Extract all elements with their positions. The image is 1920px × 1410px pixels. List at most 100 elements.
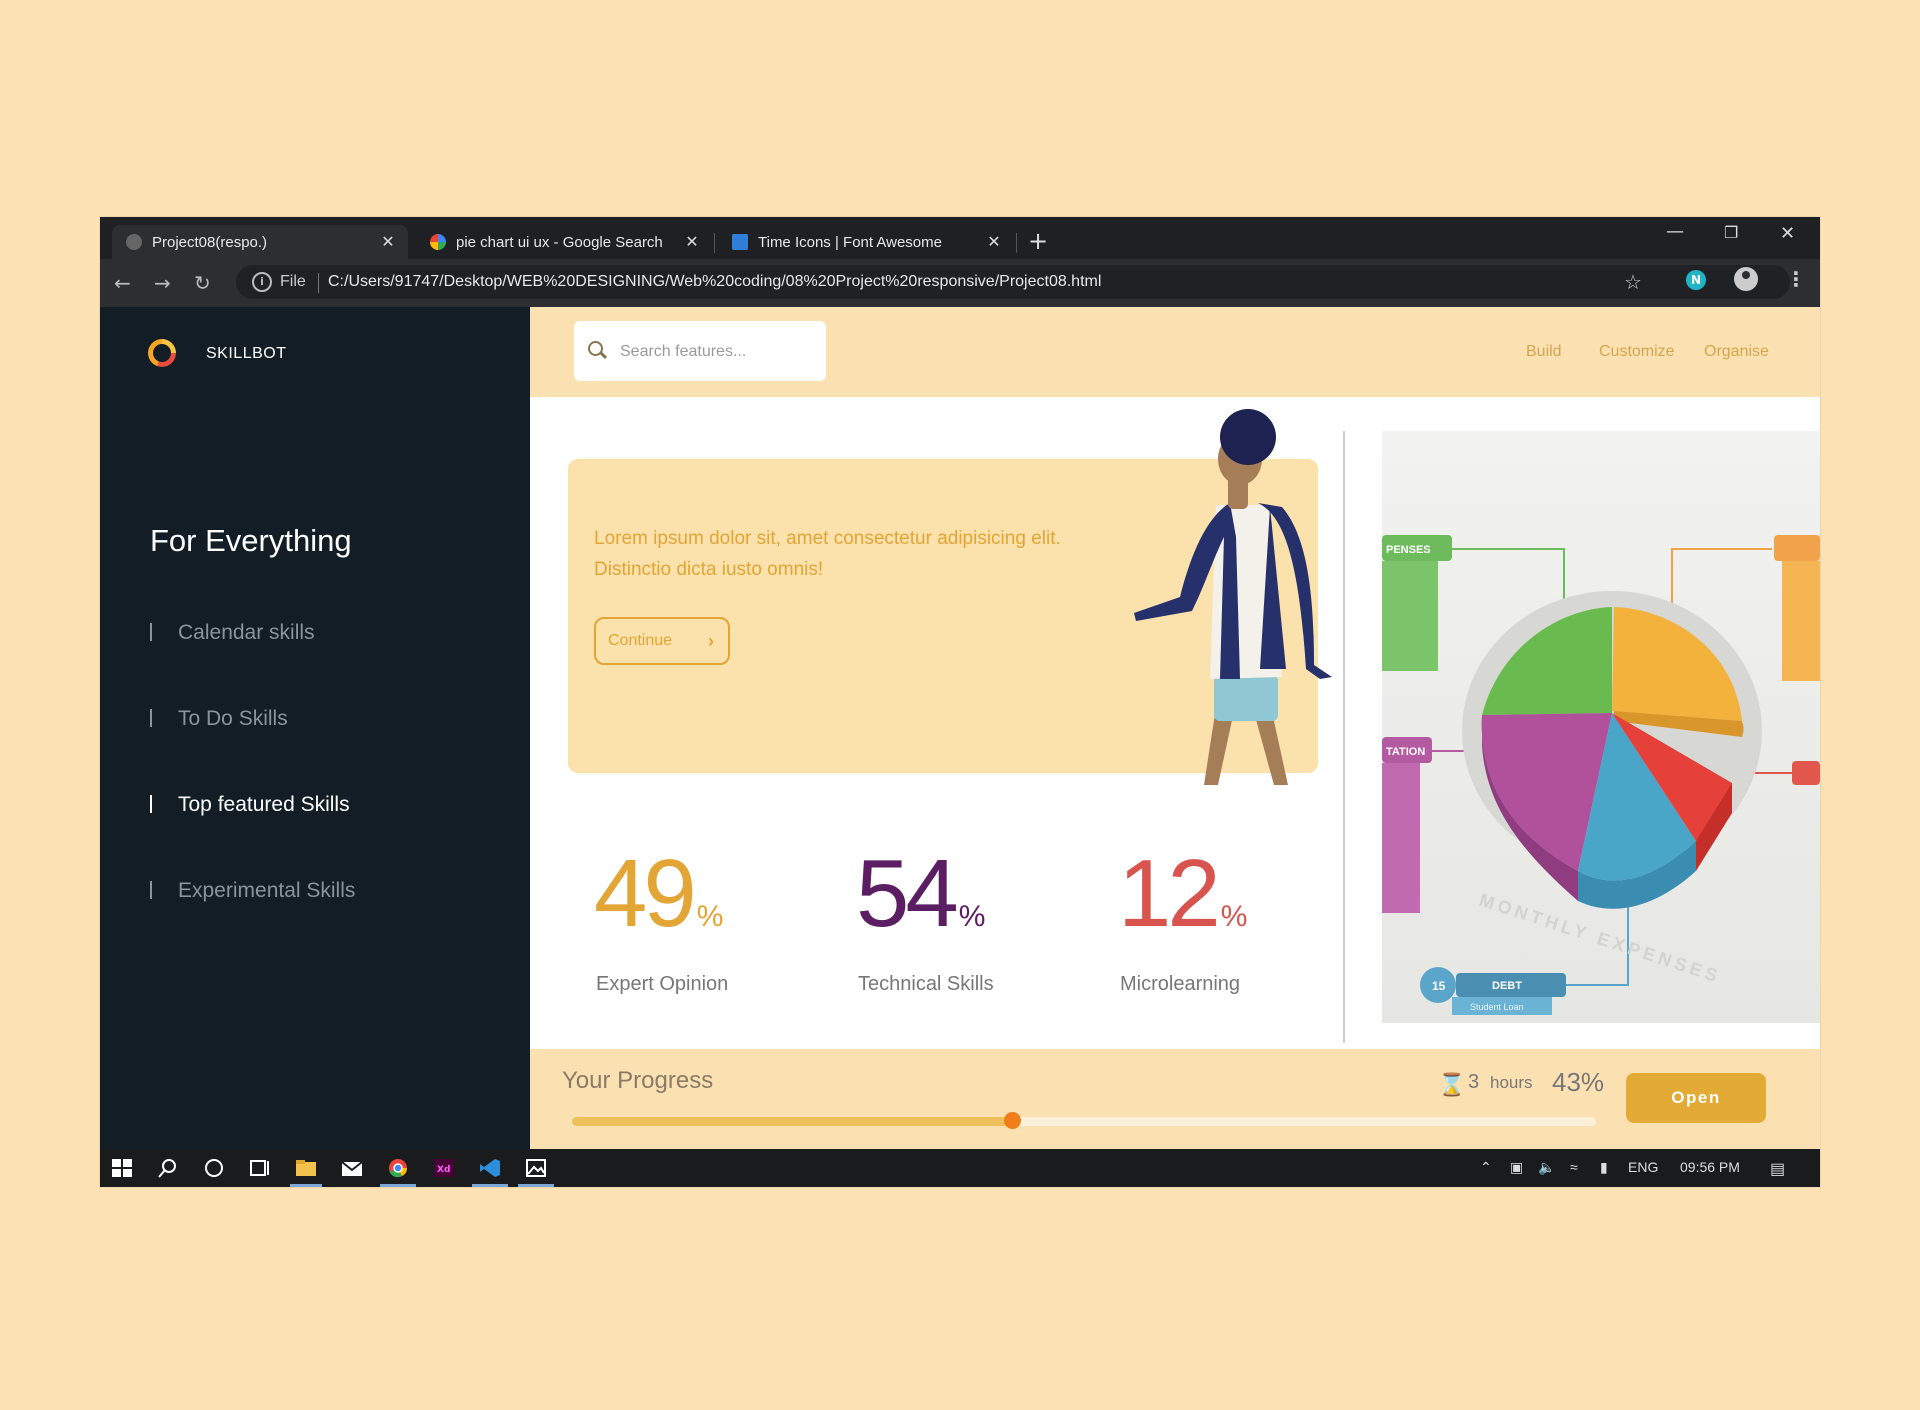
progress-panel: Your Progress ⌛ 3 hours 43% Open <box>530 1049 1820 1149</box>
info-icon[interactable]: i <box>252 272 272 292</box>
notifications-icon[interactable]: ▤ <box>1770 1159 1785 1179</box>
chrome-icon[interactable] <box>386 1157 410 1179</box>
file-scheme-label: File <box>280 273 306 290</box>
hours-value: 3 <box>1468 1071 1480 1093</box>
extension-icon[interactable]: N <box>1686 270 1706 290</box>
item-marker <box>150 709 152 727</box>
sidebar-item-experimental[interactable]: Experimental Skills <box>150 879 355 903</box>
photos-icon[interactable] <box>524 1157 548 1179</box>
search-box <box>574 321 826 381</box>
stat-number: 54 <box>856 840 959 947</box>
tab-bar: Project08(respo.) ✕ pie chart ui ux - Go… <box>100 217 1820 259</box>
tab-separator <box>714 233 715 253</box>
nav-link-customize[interactable]: Customize <box>1599 343 1675 361</box>
stat-label: Expert Opinion <box>596 973 729 995</box>
restore-icon[interactable]: ❐ <box>1724 223 1738 242</box>
pie-chart-illustration: PENSES TATION 15 DEBT Student Loan MONTH… <box>1382 431 1820 1023</box>
hero-text: Lorem ipsum dolor sit, amet consectetur … <box>594 528 1061 580</box>
illustration-label-student-loan: Student Loan <box>1470 1002 1524 1012</box>
tab-google-search[interactable]: pie chart ui ux - Google Search ✕ <box>416 225 712 259</box>
stat-label: Technical Skills <box>858 973 994 995</box>
active-app-indicator <box>290 1184 322 1187</box>
vscode-icon[interactable] <box>478 1157 502 1179</box>
pie-illustration-graphic: PENSES TATION 15 DEBT Student Loan MONTH… <box>1382 431 1820 1023</box>
sidebar-item-top-featured[interactable]: Top featured Skills <box>150 793 350 817</box>
forward-icon[interactable]: → <box>154 271 171 295</box>
windows-taskbar: Xd ⌃ ▣ 🔈 ≈ ▮ ENG 09:56 PM ▤ <box>100 1149 1820 1187</box>
stat-unit: % <box>1220 900 1248 933</box>
logo-icon <box>148 339 176 367</box>
windows-start-icon[interactable] <box>110 1157 134 1179</box>
sidebar-title: For Everything <box>150 523 352 558</box>
search-input[interactable] <box>618 339 818 365</box>
tray-chevron-icon[interactable]: ⌃ <box>1480 1159 1492 1176</box>
tab-separator <box>1016 233 1017 253</box>
search-icon <box>588 341 603 356</box>
network-tray-icon[interactable]: ▣ <box>1510 1159 1523 1176</box>
cortana-icon[interactable] <box>202 1157 226 1179</box>
tab-title: pie chart ui ux - Google Search <box>456 233 663 251</box>
task-view-icon[interactable] <box>248 1157 272 1179</box>
item-marker <box>150 623 152 641</box>
volume-icon[interactable]: 🔈 <box>1538 1159 1555 1176</box>
clock[interactable]: 09:56 PM <box>1680 1159 1740 1175</box>
mail-icon[interactable] <box>340 1157 364 1179</box>
progress-knob[interactable] <box>1004 1112 1022 1129</box>
language-indicator[interactable]: ENG <box>1628 1159 1658 1175</box>
open-button[interactable]: Open <box>1626 1073 1766 1123</box>
tab-font-awesome[interactable]: Time Icons | Font Awesome ✕ <box>718 225 1014 259</box>
progress-slider[interactable] <box>572 1112 1596 1129</box>
illustration-badge-number: 15 <box>1432 979 1446 993</box>
walking-person-illustration <box>1134 409 1332 785</box>
url-text[interactable]: C:/Users/91747/Desktop/WEB%20DESIGNING/W… <box>328 273 1101 291</box>
google-icon <box>430 234 446 250</box>
browser-window: Project08(respo.) ✕ pie chart ui ux - Go… <box>100 217 1820 1187</box>
illustration-label-tation: TATION <box>1386 746 1425 758</box>
sidebar-item-label: Top featured Skills <box>178 793 350 816</box>
illustration-label-expenses: PENSES <box>1386 544 1431 556</box>
sidebar-item-label: Experimental Skills <box>178 879 356 902</box>
tab-project08[interactable]: Project08(respo.) ✕ <box>112 225 408 259</box>
omnibox-separator <box>318 273 319 293</box>
close-window-icon[interactable]: ✕ <box>1780 223 1795 244</box>
battery-icon[interactable]: ▮ <box>1600 1159 1608 1176</box>
bookmark-star-icon[interactable]: ☆ <box>1624 270 1642 294</box>
new-tab-button[interactable]: + <box>1028 227 1048 255</box>
sidebar-item-calendar[interactable]: Calendar skills <box>150 621 315 645</box>
stat-number: 49 <box>594 840 697 947</box>
stat-unit: % <box>696 900 724 933</box>
adobe-xd-icon[interactable]: Xd <box>432 1157 456 1179</box>
stat-label: Microlearning <box>1120 973 1241 995</box>
wifi-icon[interactable]: ≈ <box>1570 1159 1578 1175</box>
stat-technical-skills: 54% Technical Skills <box>856 844 1116 996</box>
tab-title: Time Icons | Font Awesome <box>758 233 942 251</box>
back-icon[interactable]: ← <box>114 271 131 295</box>
globe-icon <box>126 234 142 250</box>
hours-unit: hours <box>1490 1073 1533 1092</box>
stat-unit: % <box>958 900 986 933</box>
nav-link-organise[interactable]: Organise <box>1704 343 1769 361</box>
illustration-label-debt: DEBT <box>1492 980 1522 992</box>
reload-icon[interactable]: ↻ <box>194 271 211 295</box>
omnibox[interactable]: i File C:/Users/91747/Desktop/WEB%20DESI… <box>236 265 1790 299</box>
active-app-indicator <box>518 1184 554 1187</box>
progress-fill <box>572 1117 1013 1126</box>
continue-button[interactable]: Continue › <box>594 617 730 665</box>
svg-text:Xd: Xd <box>437 1165 450 1175</box>
menu-kebab-icon[interactable]: ⋮ <box>1786 267 1806 291</box>
flag-icon <box>732 234 748 250</box>
active-app-indicator <box>380 1184 416 1187</box>
close-tab-icon[interactable]: ✕ <box>682 232 702 252</box>
sidebar-item-todo[interactable]: To Do Skills <box>150 707 288 731</box>
sidebar: SKILLBOT For Everything Calendar skills … <box>100 307 530 1149</box>
sidebar-item-label: Calendar skills <box>178 621 315 644</box>
top-header: Build Customize Organise <box>530 307 1820 397</box>
close-tab-icon[interactable]: ✕ <box>984 232 1004 252</box>
minimize-icon[interactable]: — <box>1666 221 1684 242</box>
nav-link-build[interactable]: Build <box>1526 343 1562 361</box>
close-tab-icon[interactable]: ✕ <box>378 232 398 252</box>
file-explorer-icon[interactable] <box>294 1157 318 1179</box>
search-taskbar-icon[interactable] <box>156 1157 180 1179</box>
chevron-right-icon: › <box>708 631 714 651</box>
account-icon[interactable] <box>1734 267 1758 291</box>
